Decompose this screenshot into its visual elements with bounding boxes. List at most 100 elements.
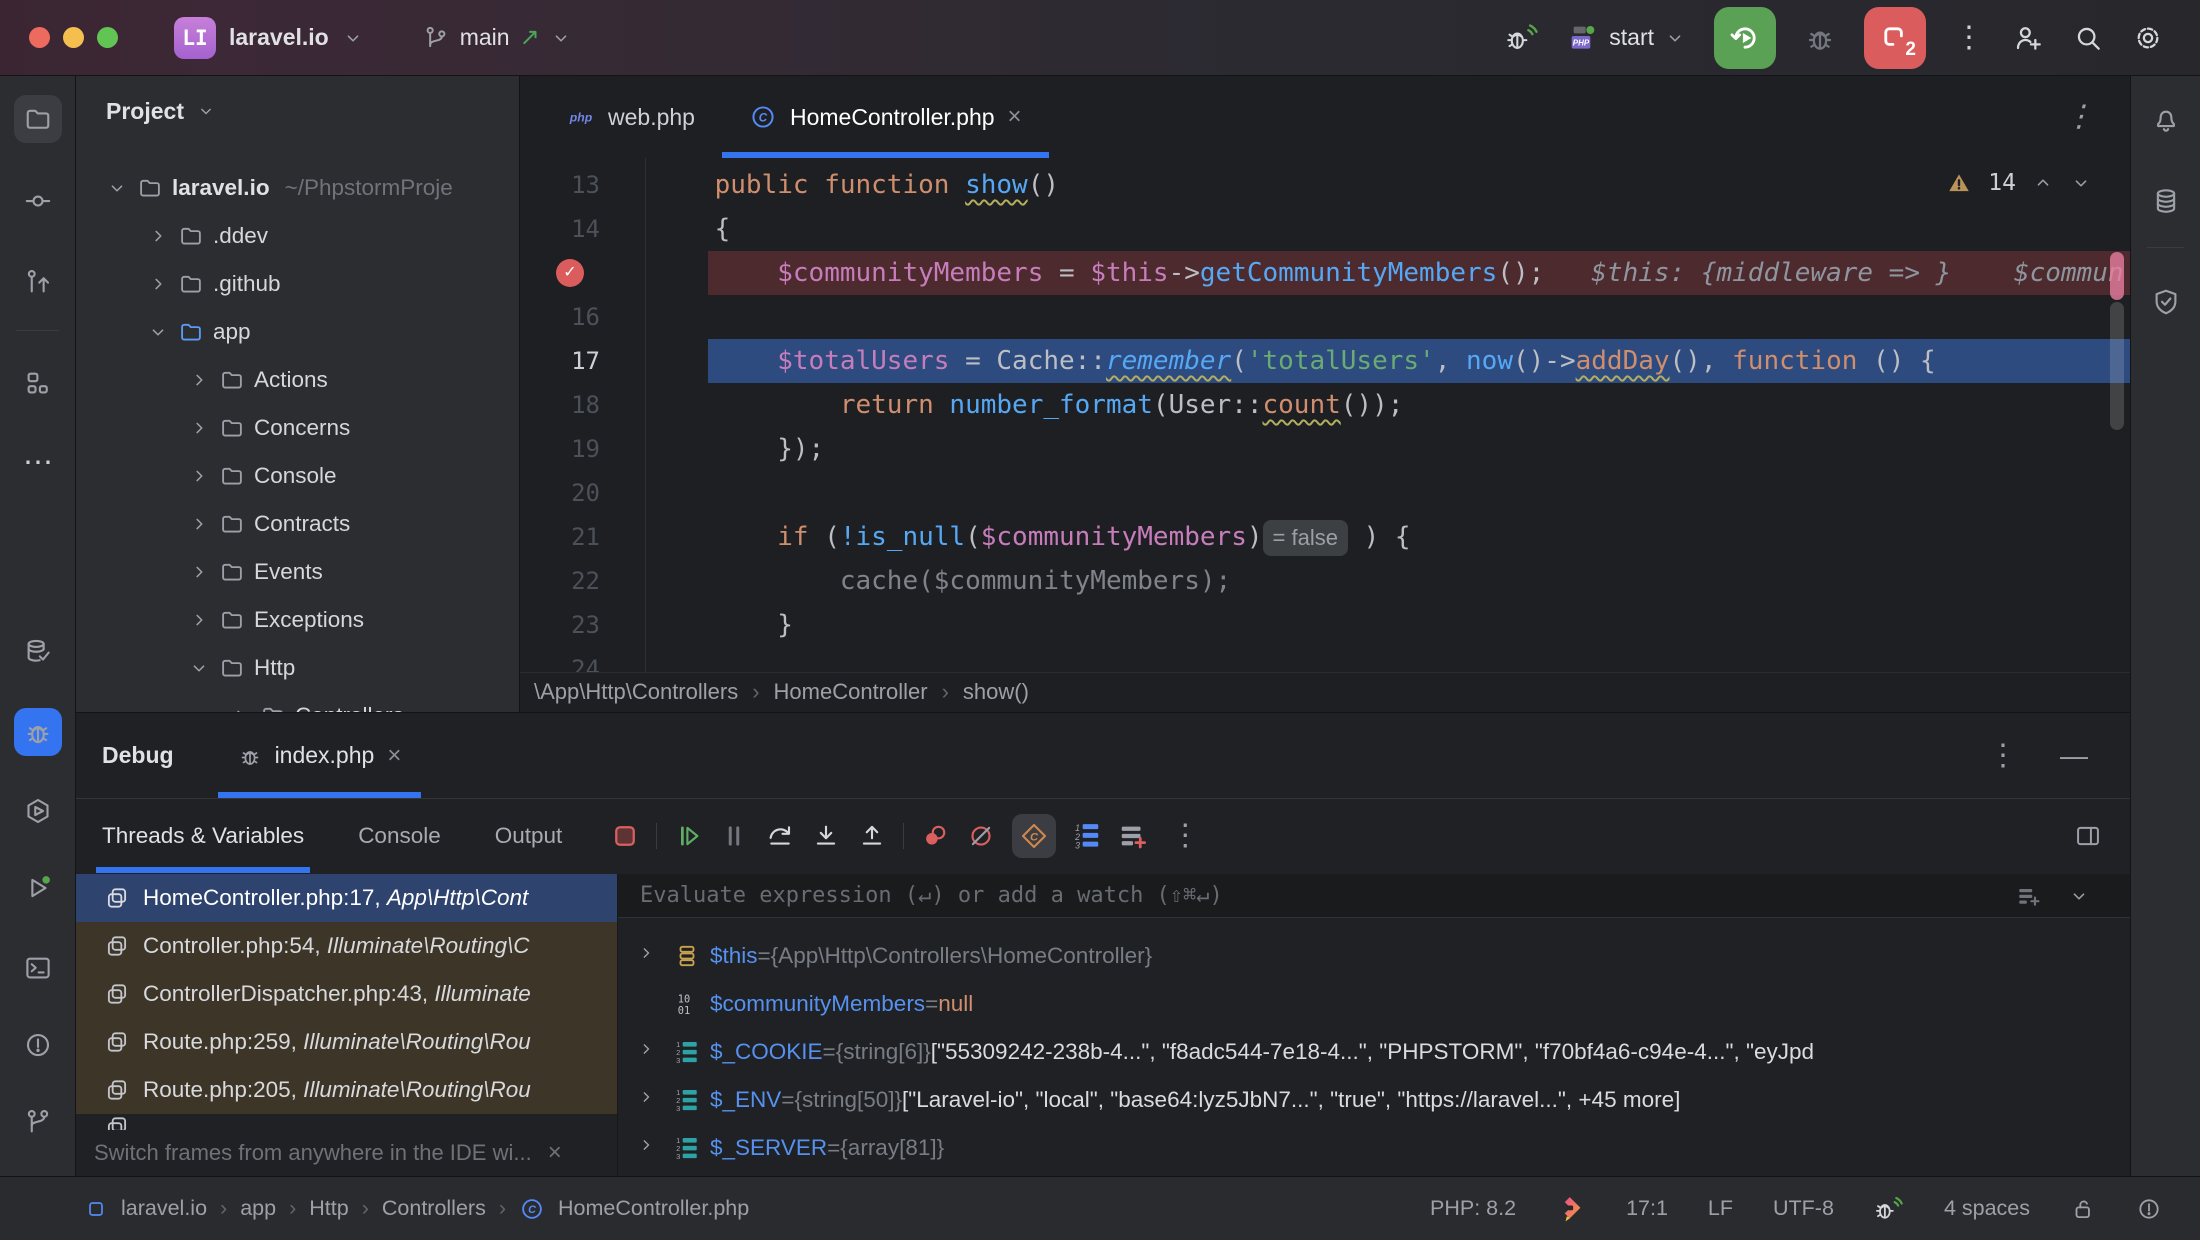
settings-icon[interactable]: [2132, 22, 2164, 54]
code-line-23[interactable]: 23 }: [520, 603, 2130, 647]
frame-row[interactable]: ControllerDispatcher.php:43, Illuminate: [76, 970, 617, 1018]
debug-listener-icon[interactable]: [1874, 1194, 1904, 1224]
more-tools-icon[interactable]: ⋯: [14, 439, 62, 487]
code-line-24[interactable]: 24: [520, 647, 2130, 672]
project-folder-tool-icon[interactable]: [14, 95, 62, 143]
tree-item-http[interactable]: Http: [76, 644, 519, 692]
indent-widget[interactable]: 4 spaces: [1944, 1196, 2030, 1221]
encoding-widget[interactable]: UTF-8: [1773, 1196, 1834, 1221]
tree-item-.ddev[interactable]: .ddev: [76, 212, 519, 260]
line-separator-widget[interactable]: LF: [1708, 1196, 1733, 1221]
chevron-right-icon[interactable]: [188, 417, 210, 439]
layout-settings-icon[interactable]: [2074, 822, 2102, 850]
variable-row-communityMembers[interactable]: 1001$communityMembers = null: [618, 980, 2130, 1028]
database-tool-icon[interactable]: [2142, 177, 2190, 225]
variable-row-_COOKIE[interactable]: 123$_COOKIE = {string[6]} ["55309242-238…: [618, 1028, 2130, 1076]
frame-row[interactable]: Controller.php:54, Illuminate\Routing\C: [76, 922, 617, 970]
variable-row-_SERVER[interactable]: 123$_SERVER = {array[81]}: [618, 1124, 2130, 1172]
chevron-right-icon[interactable]: [636, 1135, 656, 1155]
evaluate-expression-input[interactable]: Evaluate expression (↵) or add a watch (…: [618, 874, 2130, 918]
services-tool-icon[interactable]: [14, 787, 62, 835]
kebab-menu-icon[interactable]: ⋮: [1954, 23, 1984, 53]
code-line-17[interactable]: 17 $totalUsers = Cache::remember('totalU…: [520, 339, 2130, 383]
breadcrumb-item[interactable]: Controllers: [382, 1196, 486, 1221]
close-icon[interactable]: ×: [387, 742, 401, 770]
frame-row[interactable]: [76, 1114, 617, 1130]
code-line-22[interactable]: 22 cache($communityMembers);: [520, 559, 2130, 603]
code-line-18[interactable]: 18 return number_format(User::count());: [520, 383, 2130, 427]
frame-row[interactable]: Route.php:205, Illuminate\Routing\Rou: [76, 1066, 617, 1114]
unlock-icon[interactable]: [2070, 1196, 2096, 1222]
caret-position-widget[interactable]: 17:1: [1626, 1196, 1668, 1221]
step-out-icon[interactable]: [857, 821, 887, 851]
tree-item-events[interactable]: Events: [76, 548, 519, 596]
php-version-widget[interactable]: PHP: 8.2: [1430, 1196, 1516, 1221]
chevron-right-icon[interactable]: [636, 1087, 656, 1107]
more-kebab-icon[interactable]: ⋮: [1170, 821, 1200, 851]
debug-icon[interactable]: [1804, 22, 1836, 54]
debug-listener-icon[interactable]: [1505, 21, 1539, 55]
tree-item-contracts[interactable]: Contracts: [76, 500, 519, 548]
chevron-right-icon[interactable]: [147, 273, 169, 295]
code-line-13[interactable]: 13 public function show(): [520, 163, 2130, 207]
debug-tool-icon[interactable]: [14, 708, 62, 756]
tab-web-php[interactable]: php web.php: [540, 76, 722, 158]
pause-icon[interactable]: [719, 821, 749, 851]
breadcrumb-item[interactable]: app: [240, 1196, 276, 1221]
tree-item-app[interactable]: app: [76, 308, 519, 356]
code-line-16[interactable]: 16: [520, 295, 2130, 339]
chevron-down-icon[interactable]: [188, 657, 210, 679]
run-tool-icon[interactable]: [14, 864, 62, 912]
breadcrumb-item[interactable]: \App\Http\Controllers: [534, 679, 738, 705]
close-icon[interactable]: ×: [548, 1139, 562, 1167]
tree-item-actions[interactable]: Actions: [76, 356, 519, 404]
breadcrumb-item[interactable]: HomeController.php: [558, 1196, 749, 1221]
close-icon[interactable]: ×: [1008, 103, 1022, 131]
run-configuration[interactable]: PHP start: [1567, 22, 1686, 54]
frame-row[interactable]: Route.php:259, Illuminate\Routing\Rou: [76, 1018, 617, 1066]
stop-icon[interactable]: [610, 821, 640, 851]
mute-breakpoints-icon[interactable]: [966, 821, 996, 851]
inspection-widget[interactable]: 14: [1946, 170, 2092, 196]
variable-row-_ENV[interactable]: 123$_ENV = {string[50]} ["Laravel-io", "…: [618, 1076, 2130, 1124]
database-tool-icon[interactable]: [14, 628, 62, 676]
previous-warning-icon[interactable]: [2032, 172, 2054, 194]
options-kebab-icon[interactable]: ⋮: [1988, 741, 2018, 771]
tree-item-laravel.io[interactable]: laravel.io~/PhpstormProje: [76, 164, 519, 212]
breadcrumb-item[interactable]: show(): [963, 679, 1029, 705]
chevron-down-icon[interactable]: [147, 321, 169, 343]
tab-homecontroller-php[interactable]: C HomeController.php ×: [722, 76, 1049, 158]
code-editor[interactable]: 14 13 public function show()14 {✓ $commu…: [520, 158, 2130, 672]
chevron-right-icon[interactable]: [188, 513, 210, 535]
add-watch-icon[interactable]: [2016, 883, 2042, 909]
editor-scrollbar[interactable]: [2110, 302, 2124, 430]
add-watch-icon[interactable]: [1118, 821, 1148, 851]
zoom-window-button[interactable]: [97, 27, 118, 48]
search-icon[interactable]: [2072, 22, 2104, 54]
hide-panel-icon[interactable]: —: [2060, 740, 2088, 772]
project-widget[interactable]: LI laravel.io: [174, 17, 364, 59]
chevron-right-icon[interactable]: [188, 561, 210, 583]
code-line-19[interactable]: 19 });: [520, 427, 2130, 471]
notifications-tool-icon[interactable]: [2142, 97, 2190, 145]
breadcrumb-item[interactable]: HomeController: [774, 679, 928, 705]
tree-item-exceptions[interactable]: Exceptions: [76, 596, 519, 644]
problems-tool-icon[interactable]: [14, 1021, 62, 1069]
pull-requests-tool-icon[interactable]: [14, 258, 62, 306]
tree-item-controllers[interactable]: Controllers: [76, 692, 519, 712]
frame-row[interactable]: HomeController.php:17, App\Http\Cont: [76, 874, 617, 922]
tab-output[interactable]: Output: [489, 799, 569, 873]
rerun-button[interactable]: [1714, 7, 1776, 69]
step-over-icon[interactable]: [765, 821, 795, 851]
close-window-button[interactable]: [29, 27, 50, 48]
tree-item-console[interactable]: Console: [76, 452, 519, 500]
ddev-icon[interactable]: [1556, 1194, 1586, 1224]
stop-button[interactable]: 2: [1864, 7, 1926, 69]
breadcrumb-item[interactable]: Http: [309, 1196, 348, 1221]
breakpoint-icon[interactable]: ✓: [556, 259, 584, 287]
code-line-21[interactable]: 21 if (!is_null($communityMembers)= fals…: [520, 515, 2130, 559]
add-user-icon[interactable]: [2012, 22, 2044, 54]
evaluate-expression-button[interactable]: C: [1012, 814, 1056, 858]
resume-icon[interactable]: [673, 821, 703, 851]
threads-view-icon[interactable]: 123: [1072, 821, 1102, 851]
